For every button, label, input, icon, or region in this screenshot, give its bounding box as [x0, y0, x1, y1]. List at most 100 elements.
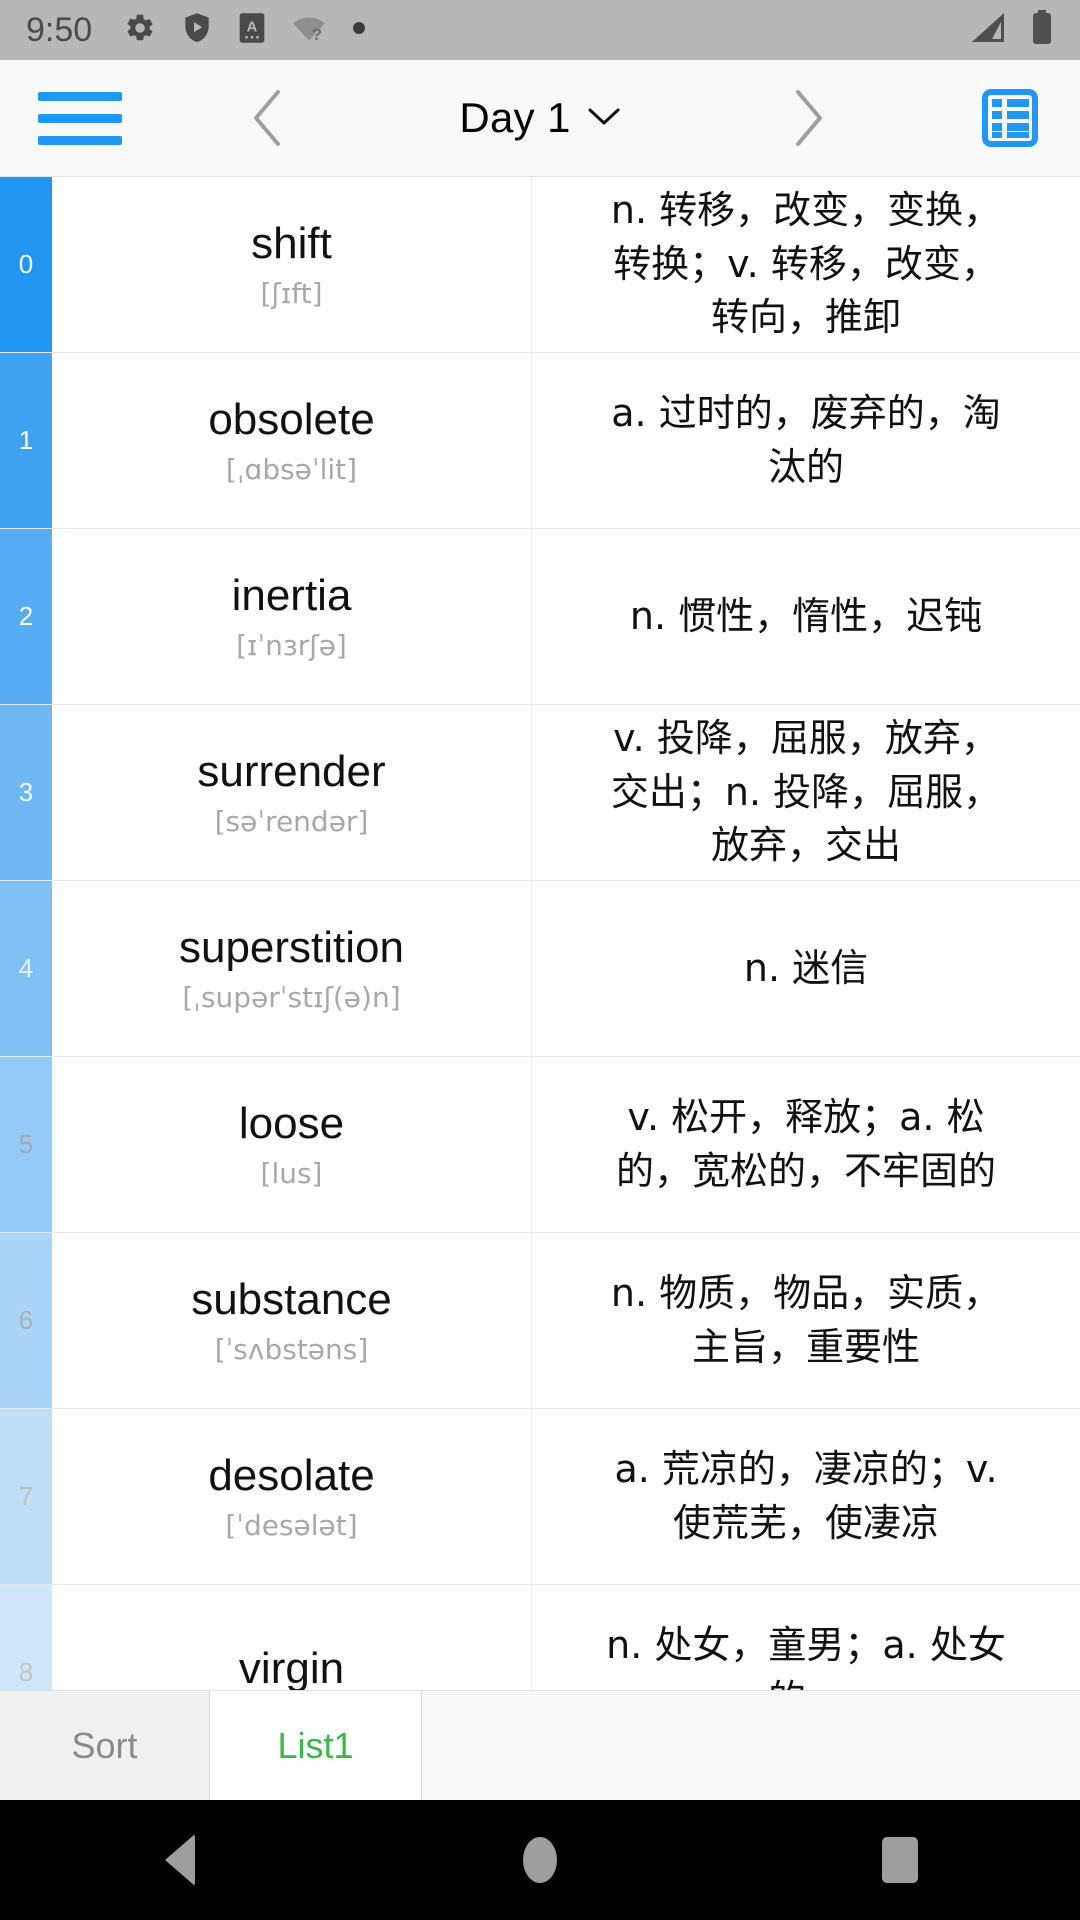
definition-cell[interactable]: n. 迷信	[532, 881, 1080, 1056]
word-list[interactable]: 0 shift [ʃɪft] n. 转移，改变，变换，转换；v. 转移，改变，转向，推…	[0, 177, 1080, 1690]
tab-sort[interactable]: Sort	[0, 1691, 210, 1800]
row-index: 3	[0, 705, 52, 880]
definition-cell[interactable]: a. 荒凉的，凄凉的；v. 使荒芜，使凄凉	[532, 1409, 1080, 1584]
page-title: Day 1	[459, 94, 571, 141]
status-bar: 9:50 A ?	[0, 0, 1080, 60]
table-row[interactable]: 6 substance [ˈsʌbstəns] n. 物质，物品，实质，主旨，重要性	[0, 1233, 1080, 1409]
phonetic-text: [ˈsʌbstəns]	[214, 1332, 369, 1366]
word-cell[interactable]: shift [ʃɪft]	[52, 177, 532, 352]
table-row[interactable]: 8 virgin n. 处女，童男；a. 处女的，	[0, 1585, 1080, 1690]
phonetic-text: [ɪˈnɜrʃə]	[236, 628, 347, 662]
phonetic-text: [ˈdesələt]	[225, 1508, 358, 1542]
recents-square-icon	[882, 1837, 918, 1883]
bottom-tabbar: Sort List1	[0, 1690, 1080, 1800]
chevron-right-icon	[786, 86, 830, 150]
word-cell[interactable]: substance [ˈsʌbstəns]	[52, 1233, 532, 1408]
definition-text: n. 处女，童男；a. 处女的，	[606, 1622, 1006, 1690]
gear-icon	[124, 12, 156, 49]
row-index: 7	[0, 1409, 52, 1584]
next-day-button[interactable]	[768, 78, 848, 158]
definition-text: a. 过时的，废弃的，淘汰的	[611, 390, 1001, 489]
tab-list1[interactable]: List1	[210, 1691, 422, 1800]
definition-cell[interactable]: a. 过时的，废弃的，淘汰的	[532, 353, 1080, 528]
tabbar-empty-area	[422, 1691, 1080, 1800]
app-toolbar: Day 1	[0, 60, 1080, 177]
word-cell[interactable]: superstition [ˌsupərˈstɪʃ(ə)n]	[52, 881, 532, 1056]
definition-text: n. 惯性，惰性，迟钝	[629, 593, 983, 638]
table-row[interactable]: 5 loose [lus] v. 松开，释放；a. 松的，宽松的，不牢固的	[0, 1057, 1080, 1233]
shield-play-icon	[182, 12, 212, 49]
a-box-icon: A	[238, 12, 266, 49]
back-button[interactable]	[120, 1800, 240, 1920]
back-triangle-icon	[165, 1834, 195, 1886]
definition-cell[interactable]: n. 惯性，惰性，迟钝	[532, 529, 1080, 704]
phonetic-text: [ˌɑbsəˈlit]	[225, 452, 358, 486]
hamburger-line	[38, 113, 122, 123]
home-circle-icon	[523, 1837, 557, 1883]
status-time: 9:50	[26, 10, 93, 49]
prev-day-button[interactable]	[228, 78, 308, 158]
table-row[interactable]: 7 desolate [ˈdesələt] a. 荒凉的，凄凉的；v. 使荒芜，使凄凉	[0, 1409, 1080, 1585]
cellular-signal-icon	[968, 11, 1008, 50]
android-navigation-bar	[0, 1800, 1080, 1920]
table-row[interactable]: 4 superstition [ˌsupərˈstɪʃ(ə)n] n. 迷信	[0, 881, 1080, 1057]
word-text: superstition	[178, 923, 404, 973]
word-cell[interactable]: surrender [səˈrendər]	[52, 705, 532, 880]
word-text: obsolete	[208, 395, 375, 445]
toolbar-title-area: Day 1	[0, 60, 1080, 176]
wifi-question-icon: ?	[292, 13, 326, 48]
row-index: 5	[0, 1057, 52, 1232]
row-index: 1	[0, 353, 52, 528]
definition-text: n. 迷信	[743, 945, 869, 990]
word-text: virgin	[238, 1643, 345, 1690]
svg-text:A: A	[247, 19, 258, 35]
definition-text: v. 投降，屈服，放弃，交出；n. 投降，屈服，放弃，交出	[610, 715, 1002, 868]
definition-text: n. 物质，物品，实质，主旨，重要性	[610, 1270, 1002, 1369]
hamburger-line	[38, 91, 122, 101]
day-selector[interactable]: Day 1	[459, 94, 620, 142]
row-index: 0	[0, 177, 52, 352]
definition-cell[interactable]: n. 物质，物品，实质，主旨，重要性	[532, 1233, 1080, 1408]
definition-text: v. 松开，释放；a. 松的，宽松的，不牢固的	[615, 1094, 996, 1193]
phonetic-text: [ʃɪft]	[260, 276, 323, 310]
hamburger-icon[interactable]	[38, 83, 122, 153]
phonetic-text: [səˈrendər]	[214, 804, 369, 838]
row-index: 2	[0, 529, 52, 704]
row-index: 4	[0, 881, 52, 1056]
row-index: 8	[0, 1585, 52, 1690]
word-cell[interactable]: inertia [ɪˈnɜrʃə]	[52, 529, 532, 704]
phonetic-text: [lus]	[260, 1156, 323, 1190]
definition-cell[interactable]: n. 处女，童男；a. 处女的，	[532, 1585, 1080, 1690]
definition-text: n. 转移，改变，变换，转换；v. 转移，改变，转向，推卸	[610, 187, 1002, 340]
word-cell[interactable]: desolate [ˈdesələt]	[52, 1409, 532, 1584]
table-row[interactable]: 2 inertia [ɪˈnɜrʃə] n. 惯性，惰性，迟钝	[0, 529, 1080, 705]
word-text: shift	[251, 219, 332, 269]
table-row[interactable]: 3 surrender [səˈrendər] v. 投降，屈服，放弃，交出；n. 投…	[0, 705, 1080, 881]
table-row[interactable]: 0 shift [ʃɪft] n. 转移，改变，变换，转换；v. 转移，改变，转向，推…	[0, 177, 1080, 353]
word-text: substance	[191, 1275, 392, 1325]
battery-icon	[1030, 9, 1054, 51]
hamburger-line	[38, 135, 122, 145]
definition-cell[interactable]: v. 投降，屈服，放弃，交出；n. 投降，屈服，放弃，交出	[532, 705, 1080, 880]
word-text: surrender	[197, 747, 386, 797]
word-text: loose	[238, 1099, 345, 1149]
word-cell[interactable]: obsolete [ˌɑbsəˈlit]	[52, 353, 532, 528]
recents-button[interactable]	[840, 1800, 960, 1920]
table-view-icon[interactable]	[976, 84, 1044, 152]
chevron-left-icon	[246, 86, 290, 150]
definition-text: a. 荒凉的，凄凉的；v. 使荒芜，使凄凉	[614, 1446, 998, 1545]
status-notification-icons: A ?	[124, 12, 366, 49]
table-row[interactable]: 1 obsolete [ˌɑbsəˈlit] a. 过时的，废弃的，淘汰的	[0, 353, 1080, 529]
home-button[interactable]	[480, 1800, 600, 1920]
word-cell[interactable]: virgin	[52, 1585, 532, 1690]
dot-icon	[352, 21, 366, 40]
row-index: 6	[0, 1233, 52, 1408]
svg-text:?: ?	[312, 24, 322, 42]
word-cell[interactable]: loose [lus]	[52, 1057, 532, 1232]
phonetic-text: [ˌsupərˈstɪʃ(ə)n]	[182, 980, 401, 1014]
word-text: inertia	[231, 571, 352, 621]
status-system-icons	[968, 0, 1054, 60]
definition-cell[interactable]: v. 松开，释放；a. 松的，宽松的，不牢固的	[532, 1057, 1080, 1232]
definition-cell[interactable]: n. 转移，改变，变换，转换；v. 转移，改变，转向，推卸	[532, 177, 1080, 352]
chevron-down-icon	[587, 105, 621, 132]
